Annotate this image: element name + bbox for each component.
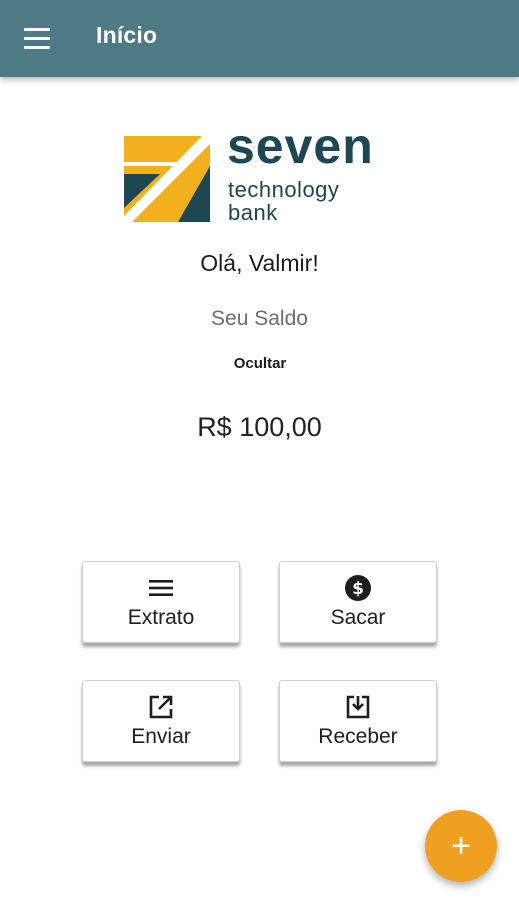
send-button-label: Enviar bbox=[131, 725, 191, 748]
logo-subtitle-technology: technology bbox=[228, 177, 340, 202]
seven-bank-logo: seven technology bank bbox=[124, 118, 404, 228]
download-tray-icon bbox=[344, 693, 372, 721]
withdraw-button-label: Sacar bbox=[330, 606, 386, 629]
app-screen: Início seven technology bank Olá, Valmir… bbox=[0, 0, 519, 900]
statement-button-label: Extrato bbox=[127, 606, 195, 629]
svg-text:$: $ bbox=[352, 579, 364, 599]
add-fab-button[interactable]: + bbox=[425, 810, 497, 882]
seven-logo-mark-icon bbox=[124, 136, 210, 222]
list-icon bbox=[147, 574, 175, 602]
hide-balance-button[interactable]: Ocultar bbox=[200, 355, 320, 372]
greeting-text: Olá, Valmir! bbox=[200, 250, 319, 276]
page-title: Início bbox=[96, 22, 158, 48]
balance-label: Seu Saldo bbox=[211, 307, 308, 330]
withdraw-button[interactable]: $ Sacar bbox=[279, 561, 437, 643]
balance-value: R$ 100,00 bbox=[197, 412, 322, 442]
hamburger-menu-icon[interactable] bbox=[24, 28, 50, 50]
send-external-icon bbox=[147, 693, 175, 721]
plus-icon: + bbox=[451, 827, 471, 865]
statement-button[interactable]: Extrato bbox=[82, 561, 240, 643]
top-app-bar: Início bbox=[0, 0, 519, 77]
receive-button-label: Receber bbox=[318, 725, 398, 748]
logo-wordmark: seven bbox=[227, 118, 374, 174]
send-button[interactable]: Enviar bbox=[82, 680, 240, 762]
receive-button[interactable]: Receber bbox=[279, 680, 437, 762]
dollar-coin-icon: $ bbox=[344, 574, 372, 602]
logo-subtitle-bank: bank bbox=[228, 200, 278, 225]
